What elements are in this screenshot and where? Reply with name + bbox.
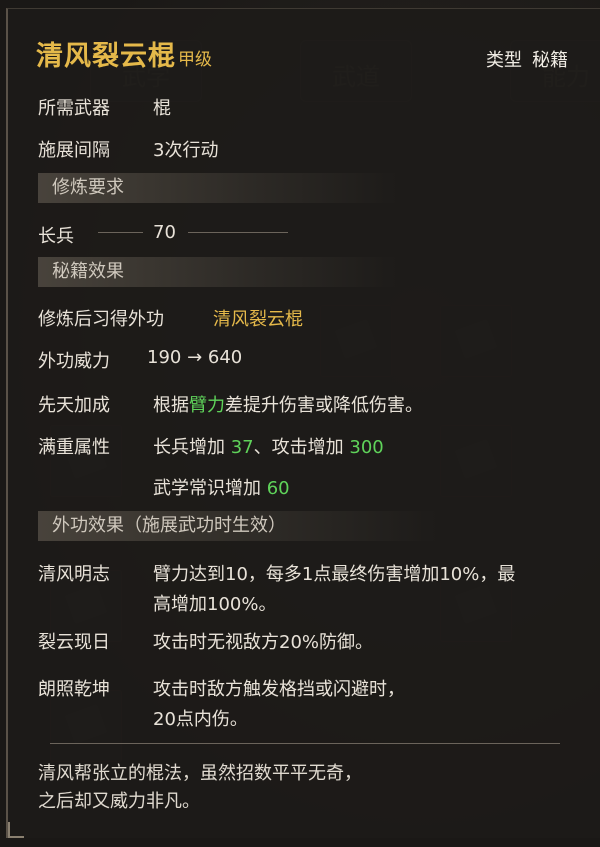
item-title: 清风裂云棍 甲级: [36, 34, 212, 73]
effect-name: 朗照乾坤: [38, 679, 110, 700]
item-type: 类型 秘籍: [486, 46, 568, 72]
item-name: 清风裂云棍: [36, 41, 176, 72]
required-weapon-value: 棍: [153, 98, 171, 119]
description-line: 清风帮张立的棍法，虽然招数平平无奇，: [38, 763, 362, 784]
effect-text: 20点内伤。: [153, 709, 248, 730]
bonus-value: 60: [266, 478, 290, 499]
cast-interval-label: 施展间隔: [38, 140, 110, 161]
cast-interval-value: 3次行动: [153, 140, 219, 161]
item-description: 清风帮张立的棍法，虽然招数平平无奇， 之后却又威力非凡。: [38, 760, 568, 816]
text-part: 差提升伤害或降低伤害。: [225, 395, 423, 416]
effect-name: 清风明志: [38, 564, 110, 585]
attribute-highlight: 臂力: [189, 395, 225, 416]
text-part: 、攻击增加: [253, 437, 350, 458]
section-requirement: 修炼要求: [38, 173, 398, 203]
section-effects: 秘籍效果: [38, 257, 398, 287]
bonus-value: 300: [349, 437, 384, 458]
section-skill-effects: 外功效果（施展武功时生效）: [38, 511, 438, 541]
text-part: 根据: [153, 395, 189, 416]
panel-corner: [8, 822, 24, 838]
type-label: 类型: [486, 50, 522, 71]
requirement-value: 70: [153, 222, 176, 243]
full-weight-line-2: 武学常识增加 60: [153, 474, 290, 500]
effect-text: 攻击时无视敌方20%防御。: [153, 632, 374, 653]
text-part: 长兵增加: [153, 437, 231, 458]
learn-skill-label: 修炼后习得外功: [38, 309, 164, 330]
innate-bonus-text: 根据臂力差提升伤害或降低伤害。: [153, 391, 423, 417]
requirement-label: 长兵: [38, 226, 74, 247]
type-value: 秘籍: [532, 50, 568, 71]
skill-power-label: 外功威力: [38, 351, 110, 372]
effect-text: 攻击时敌方触发格挡或闪避时，: [153, 679, 405, 700]
item-tooltip: [6, 8, 600, 838]
skill-power-value: 190 → 640: [147, 347, 243, 368]
full-weight-label: 满重属性: [38, 437, 110, 458]
learn-skill-value: 清风裂云棍: [213, 309, 303, 330]
required-weapon-label: 所需武器: [38, 98, 110, 119]
full-weight-line-1: 长兵增加 37、攻击增加 300: [153, 433, 384, 459]
divider: [98, 232, 143, 233]
innate-bonus-label: 先天加成: [38, 395, 110, 416]
description-line: 之后却又威力非凡。: [38, 791, 200, 812]
effect-text: 臂力达到10，每多1点最终伤害增加10%，最: [153, 564, 516, 585]
divider: [50, 743, 560, 744]
bonus-value: 37: [230, 437, 254, 458]
text-part: 武学常识增加: [153, 478, 267, 499]
effect-name: 裂云现日: [38, 632, 110, 653]
divider: [188, 232, 288, 233]
item-grade: 甲级: [178, 50, 212, 70]
effect-text: 高增加100%。: [153, 594, 277, 615]
